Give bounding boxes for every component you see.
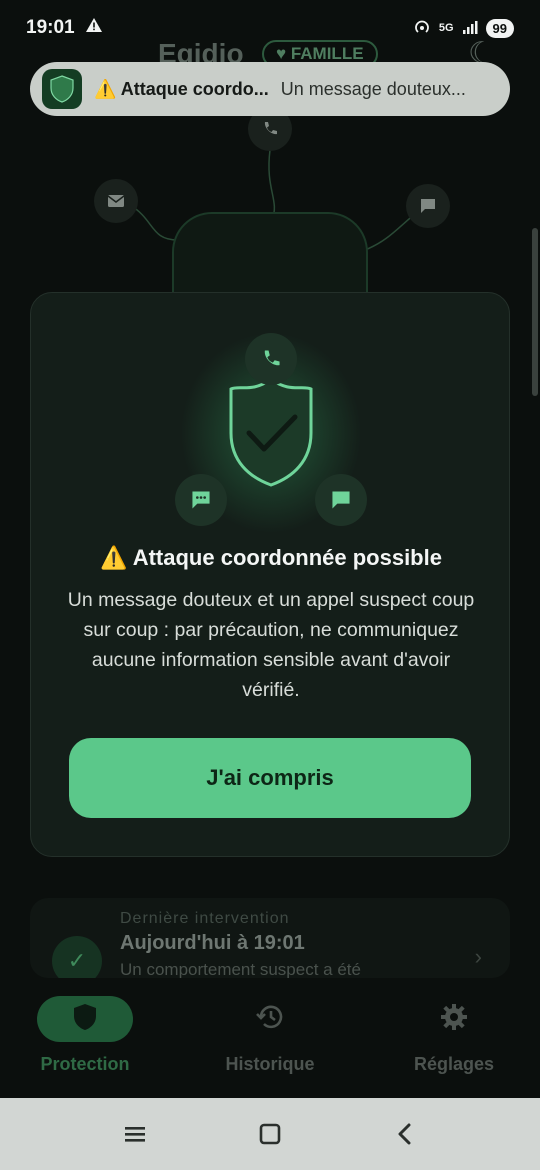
shield-illustration — [181, 333, 361, 533]
notification-title: ⚠️ Attaque coordo... — [94, 78, 269, 99]
phone-bubble-icon — [245, 333, 297, 385]
mail-node-icon — [94, 179, 138, 223]
warning-icon — [85, 17, 103, 39]
last-intervention-label: Dernière intervention — [120, 910, 290, 927]
signal-icon — [462, 19, 478, 38]
chat-node-icon — [406, 184, 450, 228]
home-button[interactable] — [250, 1114, 290, 1154]
network-type: 5G — [438, 22, 454, 34]
hotspot-icon — [413, 18, 431, 39]
tab-reglages[interactable]: Réglages — [379, 996, 529, 1075]
message-bubble-icon — [315, 474, 367, 526]
confirm-button[interactable]: J'ai compris — [69, 738, 471, 818]
tab-protection-pill — [37, 996, 133, 1042]
gear-icon — [439, 1002, 469, 1037]
last-intervention-time: Aujourd'hui à 19:01 — [120, 932, 305, 954]
history-icon — [254, 1002, 286, 1037]
last-intervention-description: Un comportement suspect a été — [120, 960, 361, 978]
battery-indicator: 99 — [485, 18, 514, 38]
dialog-message: Un message douteux et un appel suspect c… — [67, 589, 475, 701]
status-time: 19:01 — [26, 17, 75, 38]
tab-reglages-label: Réglages — [413, 1054, 495, 1074]
tab-protection-label: Protection — [40, 1054, 130, 1074]
check-circle-icon: ✓ — [52, 936, 102, 978]
chevron-right-icon: › — [474, 944, 482, 969]
app-shield-icon — [42, 69, 82, 109]
last-intervention-card[interactable]: ✓ Dernière intervention Aujourd'hui à 19… — [30, 898, 510, 978]
tab-historique[interactable]: Historique — [195, 996, 345, 1075]
recents-button[interactable] — [115, 1114, 155, 1154]
notification-body: Un message douteux... — [280, 78, 466, 99]
back-button[interactable] — [385, 1114, 425, 1154]
tab-protection[interactable]: Protection — [10, 996, 160, 1075]
system-navigation-bar — [0, 1098, 540, 1170]
dialog-title: ⚠️ Attaque coordonnée possible — [100, 545, 442, 570]
tab-historique-label: Historique — [225, 1054, 315, 1074]
alert-dialog: ⚠️ Attaque coordonnée possible Un messag… — [30, 292, 510, 857]
shield-icon — [72, 1002, 98, 1037]
plan-badge-label: FAMILLE — [290, 44, 364, 63]
alert-notification[interactable]: ⚠️ Attaque coordo... Un message douteux.… — [30, 62, 510, 116]
bottom-navigation: Protection Historique Réglages — [0, 980, 540, 1098]
sms-bubble-icon — [175, 474, 227, 526]
